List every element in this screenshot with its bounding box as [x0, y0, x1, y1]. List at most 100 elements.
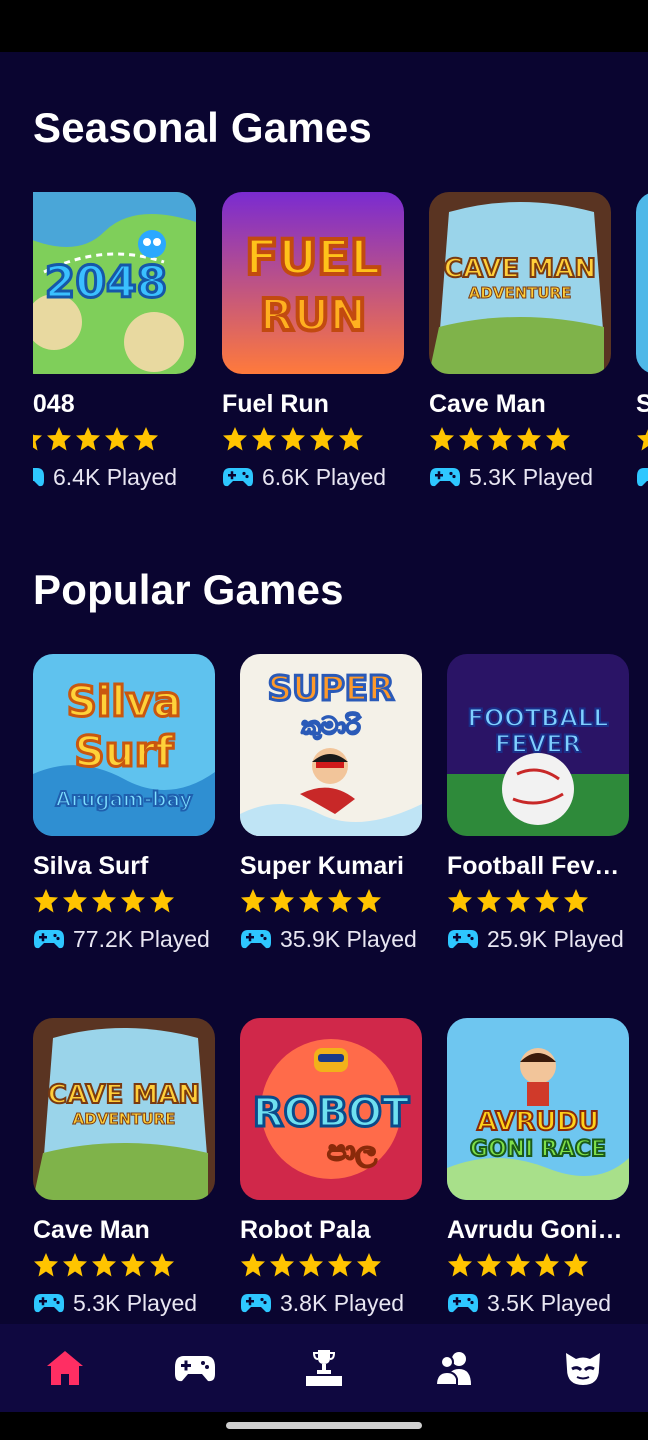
star-icon	[121, 889, 145, 913]
star-icon	[564, 1253, 588, 1277]
game-card-robot-pala[interactable]: ROBOT පාල Robot Pala 3.8K Played	[240, 1018, 422, 1328]
star-icon	[488, 427, 512, 451]
game-title[interactable]: Avrudu Goni…	[447, 1216, 637, 1245]
play-count: 3.5K Played	[447, 1288, 611, 1318]
controller-icon	[34, 1294, 64, 1313]
rating-stars	[240, 1252, 382, 1282]
thumbnail-silva-surf-art: Silva Surf Arugam-bay	[33, 654, 215, 836]
star-icon	[506, 889, 530, 913]
thumb-tagline: Arugam-bay	[56, 787, 193, 811]
rating-stars	[429, 426, 571, 456]
star-icon	[134, 427, 158, 451]
game-card-avrudu-goni-race[interactable]: AVRUDU GONI RACE Avrudu Goni… 3.5K Playe…	[447, 1018, 629, 1328]
game-card-silva-surf[interactable]: Silva Surf Arugam-bay Silva Surf 77.2K P…	[33, 654, 215, 964]
game-thumbnail[interactable]: AVRUDU GONI RACE	[447, 1018, 629, 1200]
star-icon	[223, 427, 247, 451]
thumb-title: ROBOT	[253, 1090, 410, 1136]
nav-profile[interactable]	[559, 1344, 607, 1392]
star-icon	[357, 1253, 381, 1277]
rating-stars	[447, 888, 589, 918]
system-navigation-bar	[0, 1412, 648, 1440]
game-thumbnail[interactable]: FOOTBALL FEVER	[447, 654, 629, 836]
thumb-title: FUEL	[245, 230, 380, 286]
star-icon	[270, 1253, 294, 1277]
star-icon	[150, 1253, 174, 1277]
thumb-subtitle: GONI RACE	[470, 1137, 606, 1162]
nav-games[interactable]	[171, 1344, 219, 1392]
rating-stars	[447, 1252, 589, 1282]
thumbnail-robot-pala-art: ROBOT පාල	[240, 1018, 422, 1200]
app-screen: Seasonal Games 2048 FUEL RUN CAVE MAN AD…	[0, 52, 648, 1412]
thumbnail-super-kumari-art: SUPER කුමාරි	[240, 654, 422, 836]
game-thumbnail[interactable]: SUPER කුමාරි	[240, 654, 422, 836]
popular-games-row-1[interactable]: Silva Surf Arugam-bay Silva Surf 77.2K P…	[0, 654, 648, 974]
star-icon	[448, 889, 472, 913]
game-card-football-fever[interactable]: FOOTBALL FEVER Football Fev… 25.9K Playe…	[447, 654, 629, 964]
star-icon	[270, 889, 294, 913]
star-icon	[477, 1253, 501, 1277]
star-icon	[150, 889, 174, 913]
nav-friends[interactable]	[430, 1344, 478, 1392]
thumb-title: Silva	[67, 677, 182, 726]
thumbnail-cave-man-art: CAVE MAN ADVENTURE	[429, 192, 611, 374]
bottom-navigation	[0, 1324, 648, 1412]
game-thumbnail[interactable]: 2048	[14, 192, 196, 374]
controller-icon	[33, 468, 44, 487]
game-card-cave-man[interactable]: CAVE MAN ADVENTURE Cave Man 5.3K Played	[33, 1018, 215, 1328]
game-title[interactable]: S	[636, 390, 648, 419]
controller-icon	[448, 1294, 478, 1313]
thumb-title: CAVE MAN	[444, 254, 596, 284]
rating-stars	[222, 426, 364, 456]
seasonal-games-row[interactable]: 2048 FUEL RUN CAVE MAN ADVENTURE 048 6.4…	[0, 192, 648, 512]
trophy-icon	[306, 1350, 342, 1386]
star-icon	[310, 427, 334, 451]
game-thumbnail[interactable]: Silva Surf Arugam-bay	[33, 654, 215, 836]
thumb-subtitle: ADVENTURE	[73, 1110, 176, 1128]
star-icon	[33, 433, 42, 451]
rating-stars	[240, 888, 382, 918]
play-count: 3.8K Played	[240, 1288, 404, 1318]
game-title[interactable]: Cave Man	[33, 1216, 223, 1245]
star-icon	[535, 889, 559, 913]
play-count: 6.6K Played	[222, 462, 386, 492]
game-thumbnail[interactable]: CAVE MAN ADVENTURE	[33, 1018, 215, 1200]
star-icon	[76, 427, 100, 451]
game-title[interactable]: 2048	[33, 390, 203, 419]
home-indicator[interactable]	[226, 1422, 422, 1429]
star-icon	[105, 427, 129, 451]
thumb-title: FOOTBALL	[467, 704, 608, 732]
popular-games-row-2[interactable]: CAVE MAN ADVENTURE Cave Man 5.3K Played	[0, 1018, 648, 1338]
game-title[interactable]: Super Kumari	[240, 852, 430, 881]
game-title[interactable]: Cave Man	[429, 390, 619, 419]
game-title[interactable]: Football Fev…	[447, 852, 637, 881]
game-title[interactable]: Fuel Run	[222, 390, 412, 419]
play-count	[636, 462, 648, 492]
status-bar	[0, 0, 648, 52]
thumbnail-avrudu-goni-race-art: AVRUDU GONI RACE	[447, 1018, 629, 1200]
controller-icon	[637, 468, 648, 487]
star-icon	[299, 1253, 323, 1277]
star-icon	[448, 1253, 472, 1277]
game-thumbnail[interactable]	[636, 192, 648, 374]
thumb-subtitle: ADVENTURE	[469, 284, 572, 302]
star-icon	[34, 1253, 58, 1277]
gamepad-icon	[175, 1356, 215, 1382]
rating-stars	[636, 426, 648, 456]
nav-home[interactable]	[41, 1344, 89, 1392]
nav-leaderboard[interactable]	[300, 1344, 348, 1392]
star-icon	[328, 1253, 352, 1277]
popular-games-title: Popular Games	[33, 566, 344, 613]
avatar-icon	[566, 1353, 600, 1385]
game-thumbnail[interactable]: ROBOT පාල	[240, 1018, 422, 1200]
game-thumbnail[interactable]: FUEL RUN	[222, 192, 404, 374]
game-card-super-kumari[interactable]: SUPER කුමාරි Super Kumari 35.9K Played	[240, 654, 422, 964]
star-icon	[92, 1253, 116, 1277]
star-icon	[92, 889, 116, 913]
play-count: 5.3K Played	[33, 1288, 197, 1318]
star-icon	[63, 889, 87, 913]
game-title[interactable]: Silva Surf	[33, 852, 223, 881]
game-thumbnail[interactable]: CAVE MAN ADVENTURE	[429, 192, 611, 374]
thumbnail-fuel-run-art: FUEL RUN	[222, 192, 404, 374]
thumbnail-cave-man-art: CAVE MAN ADVENTURE	[33, 1018, 215, 1200]
game-title[interactable]: Robot Pala	[240, 1216, 430, 1245]
